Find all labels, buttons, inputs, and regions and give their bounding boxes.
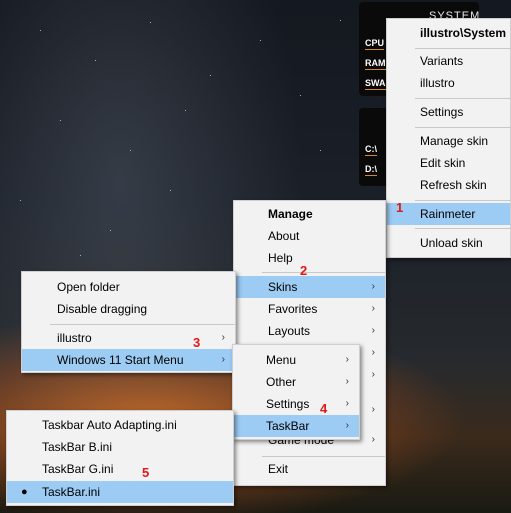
chevron-right-icon: › bbox=[345, 354, 349, 365]
rainmeter-main-menu: Manage About Help Skins › Favorites › La… bbox=[233, 200, 386, 486]
menu-item-taskbar-ini[interactable]: ● TaskBar.ini bbox=[7, 481, 233, 503]
menu-item-rainmeter[interactable]: Rainmeter bbox=[387, 203, 510, 225]
menu-item-manage-skin[interactable]: Manage skin bbox=[387, 130, 510, 152]
cpu-label: CPU bbox=[365, 38, 385, 50]
drive-d-label: D:\ bbox=[365, 164, 377, 176]
menu-item-windows-11-start-menu[interactable]: Windows 11 Start Menu › bbox=[22, 349, 235, 371]
chevron-right-icon: › bbox=[221, 354, 225, 365]
chevron-right-icon: › bbox=[371, 404, 375, 415]
chevron-right-icon: › bbox=[371, 303, 375, 314]
menu-item-taskbar-b[interactable]: TaskBar B.ini bbox=[7, 436, 233, 458]
menu-item-exit[interactable]: Exit bbox=[234, 458, 385, 480]
step-number-5: 5 bbox=[142, 465, 150, 480]
chevron-right-icon: › bbox=[345, 398, 349, 409]
menu-item-taskbar-auto-adapting[interactable]: Taskbar Auto Adapting.ini bbox=[7, 414, 233, 436]
menu-item-about[interactable]: About bbox=[234, 225, 385, 247]
menu-item-favorites[interactable]: Favorites › bbox=[234, 298, 385, 320]
step-number-1: 1 bbox=[396, 200, 404, 215]
menu-item-menu[interactable]: Menu › bbox=[233, 349, 359, 371]
chevron-right-icon: › bbox=[221, 332, 225, 343]
drive-c-label: C:\ bbox=[365, 144, 377, 156]
menu-item-open-folder[interactable]: Open folder bbox=[22, 276, 235, 298]
chevron-right-icon: › bbox=[371, 325, 375, 336]
swap-label: SWA bbox=[365, 78, 386, 90]
menu-item-taskbar[interactable]: TaskBar › bbox=[233, 415, 359, 437]
menu-item-layouts[interactable]: Layouts › bbox=[234, 320, 385, 342]
skins-submenu: Open folder Disable dragging illustro › … bbox=[21, 271, 236, 373]
menu-item-edit-skin[interactable]: Edit skin bbox=[387, 152, 510, 174]
menu-item-illustro[interactable]: illustro bbox=[387, 72, 510, 94]
menu-item-taskbar-g[interactable]: TaskBar G.ini bbox=[7, 458, 233, 480]
selected-bullet-icon: ● bbox=[21, 486, 28, 498]
step-number-2: 2 bbox=[300, 263, 308, 278]
chevron-right-icon: › bbox=[371, 347, 375, 358]
menu-item-refresh-skin[interactable]: Refresh skin bbox=[387, 174, 510, 196]
menu-item-settings[interactable]: Settings bbox=[387, 101, 510, 123]
taskbar-submenu: Taskbar Auto Adapting.ini TaskBar B.ini … bbox=[6, 410, 234, 506]
menu-item-skins[interactable]: Skins › bbox=[234, 276, 385, 298]
ram-label: RAM bbox=[365, 58, 386, 70]
menu-item-help[interactable]: Help bbox=[234, 247, 385, 269]
menu-item-other[interactable]: Other › bbox=[233, 371, 359, 393]
chevron-right-icon: › bbox=[345, 376, 349, 387]
chevron-right-icon: › bbox=[345, 420, 349, 431]
menu-item-unload-skin[interactable]: Unload skin bbox=[387, 232, 510, 254]
menu-header-illustro-system: illustro\System bbox=[420, 26, 507, 40]
menu-item-variants[interactable]: Variants bbox=[387, 50, 510, 72]
menu-item-startmenu-settings[interactable]: Settings › bbox=[233, 393, 359, 415]
chevron-right-icon: › bbox=[371, 369, 375, 380]
chevron-right-icon: › bbox=[371, 281, 375, 292]
menu-item-disable-dragging[interactable]: Disable dragging bbox=[22, 298, 235, 320]
chevron-right-icon: › bbox=[371, 434, 375, 445]
skin-context-menu: illustro\System Variants illustro Settin… bbox=[386, 18, 511, 258]
menu-item-manage[interactable]: Manage bbox=[234, 203, 385, 225]
start-menu-submenu: Menu › Other › Settings › TaskBar › bbox=[232, 344, 360, 440]
step-number-3: 3 bbox=[193, 335, 201, 350]
menu-item-skin-illustro[interactable]: illustro › bbox=[22, 327, 235, 349]
step-number-4: 4 bbox=[320, 401, 328, 416]
